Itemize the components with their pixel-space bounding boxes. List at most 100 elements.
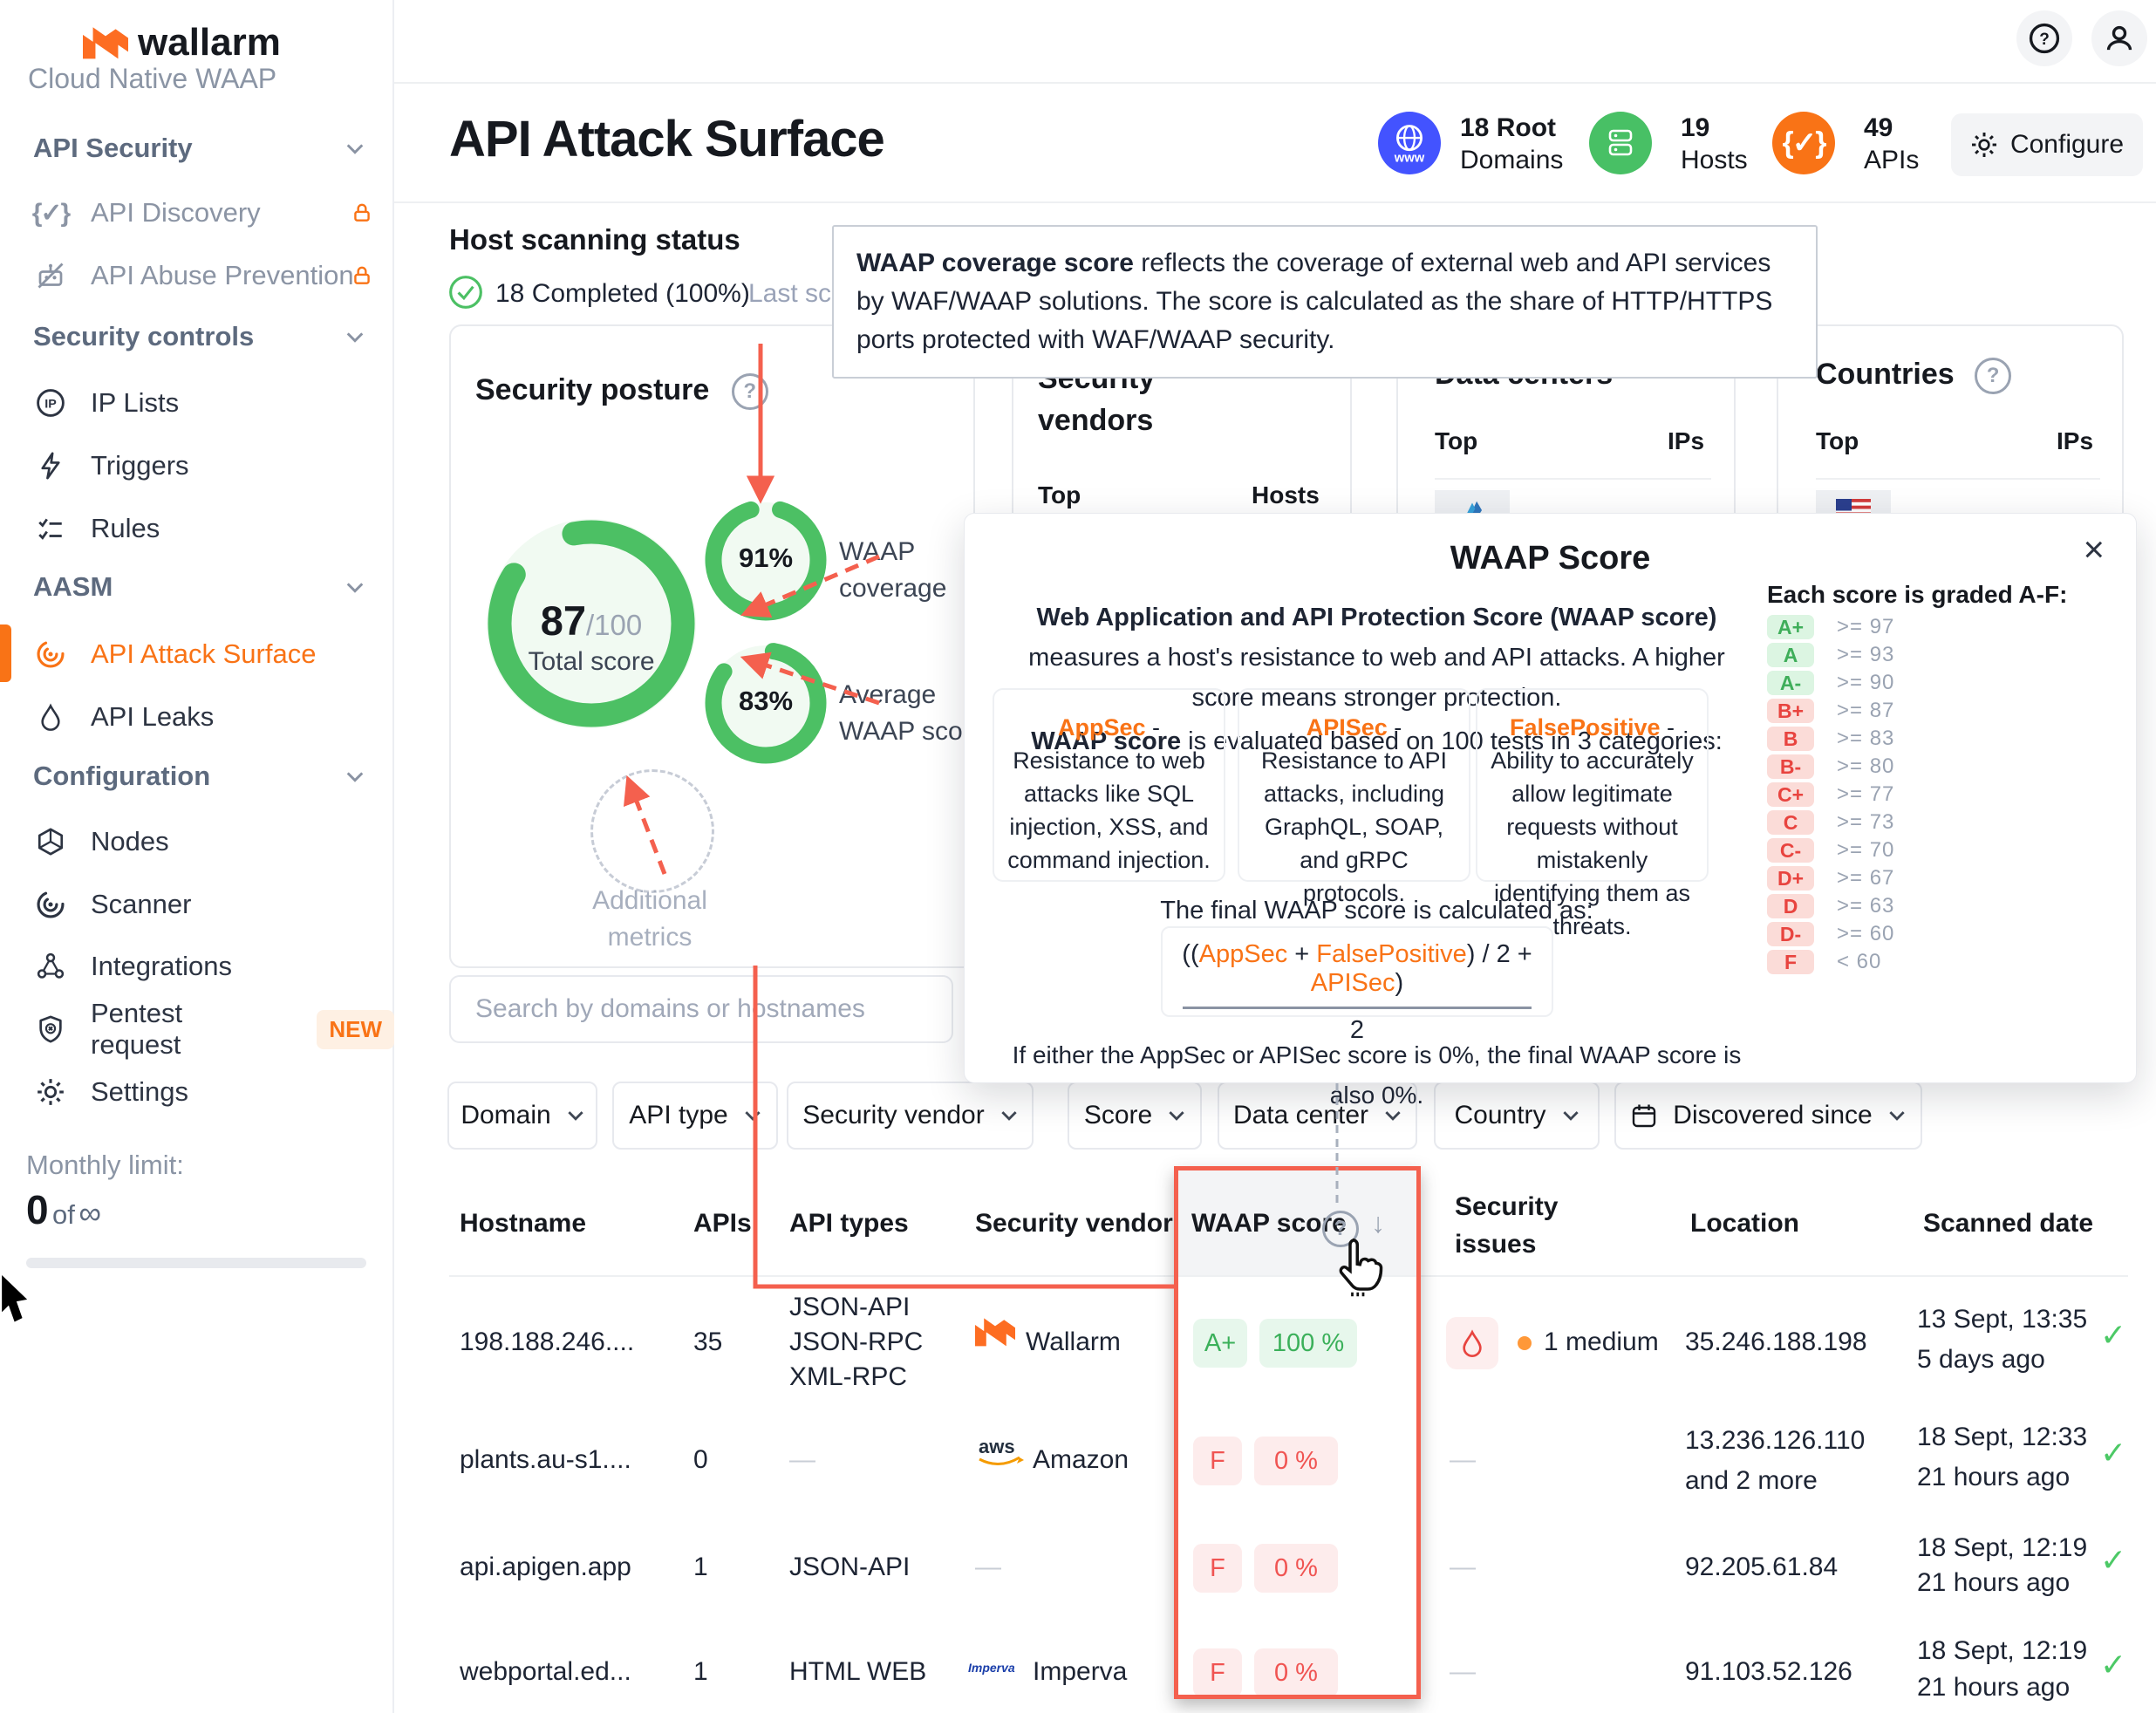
scan-ok-check-icon: ✓ <box>2100 1317 2126 1354</box>
scan-ok-check-icon: ✓ <box>2100 1542 2126 1579</box>
last-scan-text: Last sca <box>748 279 846 309</box>
scanned-ago: 21 hours ago <box>1917 1673 2070 1703</box>
col-location[interactable]: Location <box>1690 1209 1799 1239</box>
grade-row: F< 60 <box>1767 950 1894 974</box>
sidebar-item-api-attack-surface[interactable]: API Attack Surface <box>0 626 394 682</box>
sidebar-item-api-abuse-prevention[interactable]: API Abuse Prevention <box>0 248 394 304</box>
sidebar-section-api-security[interactable]: API Security <box>33 133 365 164</box>
table-row[interactable]: 198.188.246.... 35 JSON-API JSON-RPC XML… <box>0 1282 2156 1409</box>
table-row[interactable]: plants.au-s1.... 0 — aws Amazon F 0 % — … <box>0 1409 2156 1518</box>
user-account-button[interactable] <box>2091 10 2147 66</box>
sidebar-item-label: Triggers <box>91 450 189 481</box>
sidebar-item-triggers[interactable]: Triggers <box>0 438 394 494</box>
formula-part: + <box>1287 940 1316 968</box>
configure-button[interactable]: Configure <box>1951 113 2143 176</box>
table-header-divider <box>449 1275 2128 1277</box>
formula-numerator: ((AppSec + FalsePositive) / 2 + APISec) <box>1163 940 1552 998</box>
api-type: HTML WEB <box>789 1657 926 1687</box>
filter-security-vendor[interactable]: Security vendor <box>787 1082 1034 1150</box>
sidebar-section-configuration[interactable]: Configuration <box>33 761 365 792</box>
sidebar-section-aasm[interactable]: AASM <box>33 571 365 603</box>
sidebar-item-api-leaks[interactable]: API Leaks <box>0 689 394 745</box>
table-row[interactable]: api.apigen.app 1 JSON-API — F 0 % — 92.2… <box>0 1518 2156 1622</box>
col-security-issues[interactable]: Security issues <box>1455 1188 1586 1263</box>
formula-caption: The final WAAP score is calculated as: <box>1000 891 1754 931</box>
filter-api-type[interactable]: API type <box>612 1082 778 1150</box>
sidebar-item-label: Pentest request <box>91 998 278 1061</box>
gear-icon <box>1970 131 1998 159</box>
modal-note: If either the AppSec or APISec score is … <box>1000 1035 1754 1116</box>
filter-label: API type <box>629 1101 727 1130</box>
chevron-down-icon <box>345 143 365 154</box>
col-apis[interactable]: APIs <box>693 1209 752 1239</box>
filter-domain[interactable]: Domain <box>447 1082 597 1150</box>
svg-text:Imperva: Imperva <box>968 1661 1015 1675</box>
category-desc: - Resistance to API attacks, including G… <box>1261 714 1447 906</box>
col-api-types[interactable]: API types <box>789 1209 909 1239</box>
additional-metrics-label: Additional metrics <box>571 883 728 956</box>
root-domains-stat: 18 Root Domains <box>1460 112 1563 176</box>
issues-empty: — <box>1450 1445 1476 1475</box>
hostname-cell[interactable]: plants.au-s1.... <box>460 1445 631 1475</box>
waap-grade-badge: F <box>1193 1648 1242 1697</box>
sidebar-item-ip-lists[interactable]: IP IP Lists <box>0 375 394 431</box>
sidebar-item-api-discovery[interactable]: {✓} API Discovery <box>0 185 394 241</box>
question-icon[interactable]: ? <box>732 373 768 410</box>
sidebar-item-pentest-request[interactable]: Pentest request NEW <box>0 1001 394 1057</box>
grade-range: >= 63 <box>1837 894 1894 918</box>
total-score-label: Total score <box>474 647 709 677</box>
sort-desc-icon[interactable]: ↓ <box>1371 1207 1385 1239</box>
grade-badge: C+ <box>1767 782 1814 807</box>
sidebar-item-label: Integrations <box>91 951 232 982</box>
grade-row: D->= 60 <box>1767 922 1894 946</box>
sidebar-item-settings[interactable]: Settings <box>0 1064 394 1120</box>
grade-badge: C <box>1767 810 1814 835</box>
scanner-spiral-icon <box>33 887 68 922</box>
sidebar-item-nodes[interactable]: Nodes <box>0 814 394 870</box>
sidebar-item-label: API Abuse Prevention <box>91 260 354 291</box>
formula-part: ) / 2 + <box>1467 940 1532 968</box>
apis-count-cell: 1 <box>693 1553 708 1582</box>
table-row[interactable]: webportal.ed... 1 HTML WEB Imperva Imper… <box>0 1622 2156 1713</box>
close-icon[interactable]: × <box>2083 531 2105 568</box>
sidebar-section-security-controls[interactable]: Security controls <box>33 321 365 352</box>
help-button[interactable]: ? <box>2016 10 2072 66</box>
security-issue-drop-icon[interactable] <box>1446 1317 1498 1369</box>
hostname-cell[interactable]: api.apigen.app <box>460 1553 631 1582</box>
question-icon[interactable]: ? <box>1975 358 2011 394</box>
sidebar-item-integrations[interactable]: Integrations <box>0 938 394 994</box>
waap-score-help-icon[interactable]: ? <box>1322 1211 1359 1247</box>
vendors-top-col: Top <box>1038 481 1081 509</box>
col-security-vendor[interactable]: Security vendor <box>975 1209 1173 1239</box>
location-cell: 91.103.52.126 <box>1685 1657 1852 1687</box>
location-cell: 92.205.61.84 <box>1685 1553 1838 1582</box>
search-input[interactable] <box>449 975 953 1043</box>
appsec-card: AppSec - Resistance to web attacks like … <box>993 688 1225 882</box>
grade-range: >= 73 <box>1837 810 1894 835</box>
api-type: JSON-API <box>789 1293 910 1322</box>
vendor-empty: — <box>975 1553 1001 1582</box>
additional-metrics-circle[interactable] <box>590 769 714 893</box>
sidebar-item-scanner[interactable]: Scanner <box>0 877 394 932</box>
location-more[interactable]: and 2 more <box>1685 1466 1818 1496</box>
attack-surface-spiral-icon <box>33 637 68 672</box>
sidebar-item-rules[interactable]: Rules <box>0 501 394 556</box>
monthly-limit-progressbar <box>26 1258 366 1268</box>
grade-row: A+>= 97 <box>1767 615 1894 639</box>
hostname-cell[interactable]: webportal.ed... <box>460 1657 631 1687</box>
hostname-cell[interactable]: 198.188.246.... <box>460 1327 634 1357</box>
lock-icon <box>351 264 373 287</box>
waap-grade-badge: A+ <box>1193 1319 1247 1368</box>
waap-grade-badge: F <box>1193 1544 1242 1593</box>
stat-label: Hosts <box>1681 146 1748 174</box>
col-scanned-date[interactable]: Scanned date <box>1923 1209 2093 1239</box>
infinity-symbol: ∞ <box>78 1195 101 1231</box>
medium-severity-dot <box>1518 1336 1532 1350</box>
shield-icon <box>33 1012 68 1047</box>
apis-stat: 49 APIs <box>1864 112 1919 176</box>
grade-badge: D+ <box>1767 866 1814 891</box>
col-hostname[interactable]: Hostname <box>460 1209 586 1239</box>
grade-badge: C- <box>1767 838 1814 863</box>
sidebar-item-label: API Leaks <box>91 701 214 733</box>
location-cell: 35.246.188.198 <box>1685 1327 1867 1357</box>
